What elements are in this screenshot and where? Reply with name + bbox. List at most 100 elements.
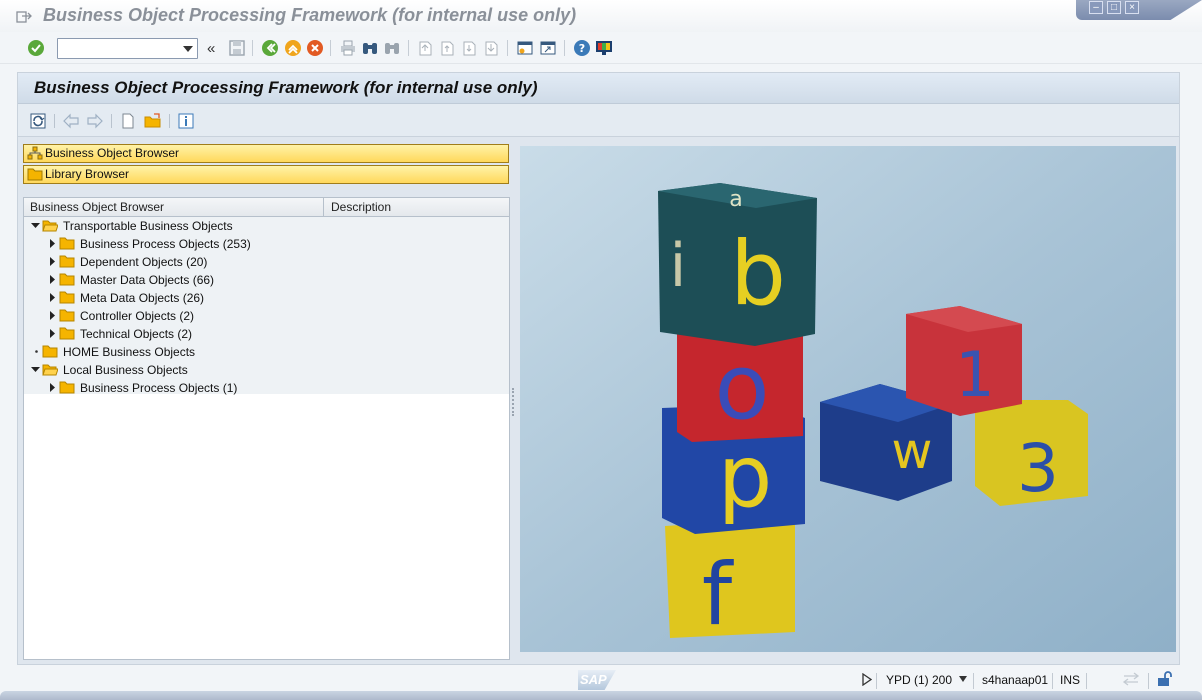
folder-icon [59, 327, 75, 340]
exit-icon[interactable] [16, 8, 32, 27]
block-b: b i a [658, 183, 817, 346]
tree-node-business-process-objects[interactable]: Business Process Objects (253) [24, 235, 509, 253]
lock-icon[interactable] [1156, 670, 1174, 691]
info-icon[interactable] [177, 112, 195, 130]
customize-layout-icon[interactable] [595, 39, 613, 57]
tree-node-label: Meta Data Objects (26) [80, 291, 205, 305]
find-next-icon[interactable] [383, 39, 401, 57]
next-page-icon[interactable] [460, 39, 478, 57]
shortcut-icon[interactable] [539, 39, 557, 57]
folder-icon [59, 273, 75, 286]
collapsed-arrow-icon[interactable] [48, 383, 57, 392]
back-icon[interactable] [261, 39, 279, 57]
insert-mode: INS [1060, 673, 1081, 687]
nav-button-label: Library Browser [45, 167, 130, 181]
maximize-button[interactable]: □ [1107, 1, 1121, 14]
collapsed-arrow-icon[interactable] [48, 257, 57, 266]
tree-node-local-business-process-objects[interactable]: Business Process Objects (1) [24, 379, 509, 397]
cancel-icon[interactable] [306, 39, 324, 57]
command-input[interactable] [58, 39, 178, 58]
collapsed-arrow-icon[interactable] [48, 311, 57, 320]
block-letter-a: a [729, 187, 742, 212]
folder-icon [59, 309, 75, 322]
application-toolbar [18, 104, 1179, 137]
collapsed-arrow-icon[interactable] [48, 293, 57, 302]
folder-icon [59, 381, 75, 394]
tree-node-label: Master Data Objects (66) [80, 273, 215, 287]
folder-icon [59, 291, 75, 304]
arrow-right-icon[interactable] [86, 112, 104, 130]
last-page-icon[interactable] [482, 39, 500, 57]
block-f: f [665, 518, 795, 645]
tree-node-label: Dependent Objects (20) [80, 255, 208, 269]
close-button[interactable]: × [1125, 1, 1139, 14]
chevron-down-icon[interactable] [183, 46, 193, 52]
collapsed-arrow-icon[interactable] [48, 329, 57, 338]
folder-icon [27, 168, 43, 181]
enter-icon[interactable] [27, 39, 45, 57]
library-browser-button[interactable]: Library Browser [23, 165, 509, 184]
column-header-browser[interactable]: Business Object Browser [24, 198, 324, 216]
expanded-arrow-icon[interactable] [31, 221, 40, 230]
play-icon[interactable] [862, 672, 873, 689]
block-letter-3: 3 [1017, 430, 1059, 507]
block-letter-p: p [718, 427, 773, 527]
block-1: 1 [906, 306, 1022, 416]
new-session-icon[interactable] [516, 39, 534, 57]
folder-icon [42, 345, 58, 358]
transfer-icon [1122, 671, 1140, 690]
new-document-icon[interactable] [119, 112, 137, 130]
tree-header: Business Object Browser Description [24, 198, 509, 217]
window-controls: – □ × [1076, 0, 1202, 20]
block-letter-i: i [670, 231, 687, 301]
tree-node-controller-objects[interactable]: Controller Objects (2) [24, 307, 509, 325]
previous-page-icon[interactable] [438, 39, 456, 57]
tree-node-meta-data-objects[interactable]: Meta Data Objects (26) [24, 289, 509, 307]
minimize-button[interactable]: – [1089, 1, 1103, 14]
svg-text:?: ? [579, 42, 585, 55]
tree-node-transportable[interactable]: Transportable Business Objects [24, 217, 509, 235]
collapse-command-icon[interactable]: « [207, 40, 215, 57]
tree-node-label: Controller Objects (2) [80, 309, 195, 323]
first-page-icon[interactable] [416, 39, 434, 57]
block-3: 3 [975, 400, 1088, 507]
pane-splitter[interactable] [512, 388, 515, 416]
title-bar: Business Object Processing Framework (fo… [0, 0, 1202, 32]
find-icon[interactable] [361, 39, 379, 57]
open-folder-icon[interactable] [144, 112, 162, 130]
window-title: Business Object Processing Framework (fo… [43, 5, 577, 25]
collapsed-arrow-icon[interactable] [48, 275, 57, 284]
exit-transaction-icon[interactable] [284, 39, 302, 57]
tree-node-label: Transportable Business Objects [63, 219, 233, 233]
block-letter-w: w [892, 422, 933, 480]
folder-icon [59, 237, 75, 250]
tree-node-master-data-objects[interactable]: Master Data Objects (66) [24, 271, 509, 289]
command-field[interactable] [57, 38, 198, 59]
arrow-left-icon[interactable] [62, 112, 80, 130]
tree-node-dependent-objects[interactable]: Dependent Objects (20) [24, 253, 509, 271]
system-info: YPD (1) 200 [886, 673, 953, 687]
tree-rows: Transportable Business Objects Business … [24, 217, 509, 397]
print-icon[interactable] [339, 39, 357, 57]
sap-logo: SAP [578, 670, 616, 690]
column-header-description[interactable]: Description [331, 198, 391, 216]
tree-node-home-business-objects[interactable]: HOME Business Objects [24, 343, 509, 361]
tree-node-technical-objects[interactable]: Technical Objects (2) [24, 325, 509, 343]
hierarchy-icon [27, 146, 43, 160]
letter-blocks-image: w 3 1 f p o b i a [520, 146, 1176, 652]
left-pane: Business Object Browser Library Browser … [23, 144, 510, 660]
expanded-arrow-icon[interactable] [31, 365, 40, 374]
server-name: s4hanaap01 [982, 673, 1049, 687]
leaf-bullet-icon [35, 350, 38, 353]
page-title: Business Object Processing Framework (fo… [34, 78, 538, 97]
save-icon[interactable] [228, 39, 246, 57]
tree-node-label: Local Business Objects [63, 363, 188, 377]
panel-header: Business Object Processing Framework (fo… [18, 73, 1179, 104]
open-folder-icon [42, 220, 58, 232]
business-object-browser-button[interactable]: Business Object Browser [23, 144, 509, 163]
refresh-icon[interactable] [29, 112, 47, 130]
collapsed-arrow-icon[interactable] [48, 239, 57, 248]
help-icon[interactable]: ? [573, 39, 591, 57]
tree-node-local-business-objects[interactable]: Local Business Objects [24, 361, 509, 379]
chevron-down-icon[interactable] [959, 676, 967, 682]
